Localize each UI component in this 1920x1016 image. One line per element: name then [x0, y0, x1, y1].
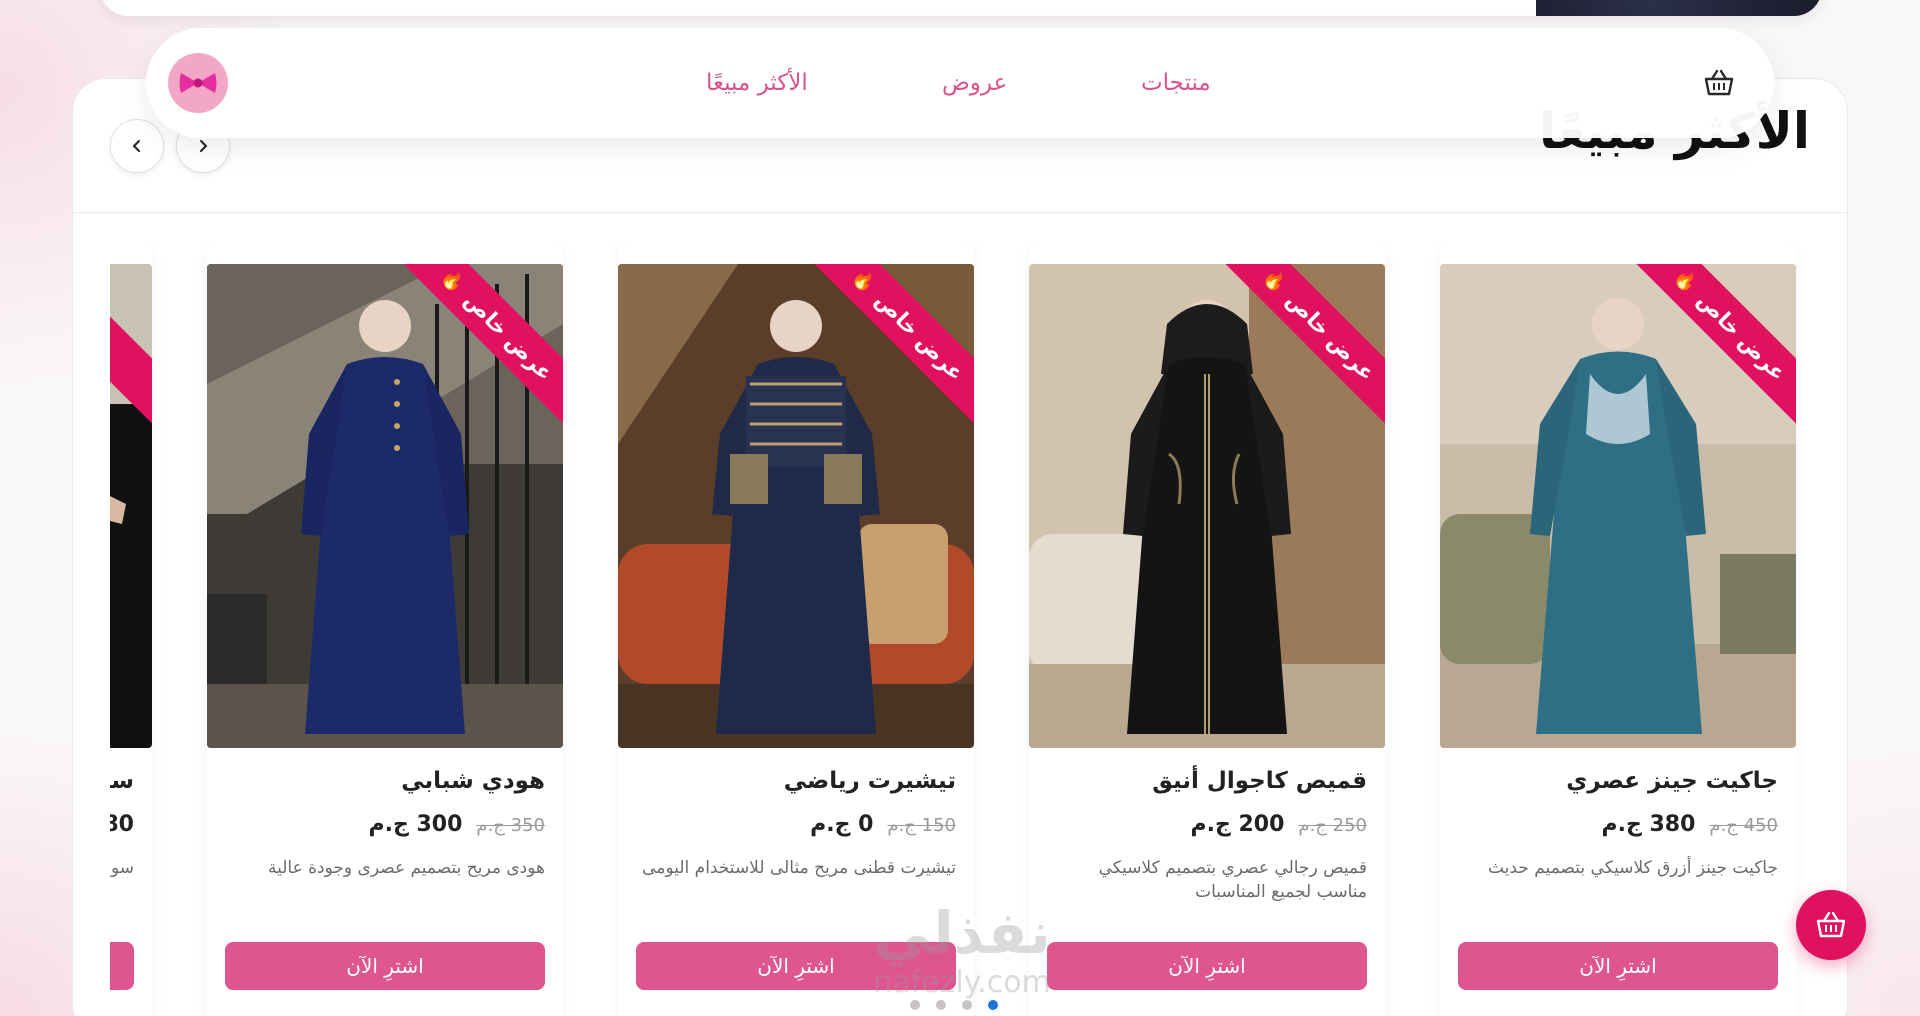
- main-navbar: الأكثر مبيعًا عروض منتجات: [146, 28, 1774, 138]
- nav-link-bestsellers[interactable]: الأكثر مبيعًا: [706, 70, 808, 96]
- fire-icon: 🔥: [1670, 265, 1702, 297]
- product-old-price: 350 ج.م: [476, 815, 545, 836]
- hero-banner-edge: [100, 0, 1822, 16]
- basket-icon: [1704, 69, 1734, 96]
- product-description: قميص رجالي عصري بتصميم كلاسيكي مناسب لجم…: [1098, 858, 1367, 902]
- hero-image: [1536, 0, 1822, 16]
- carousel-dots: [910, 1000, 998, 1010]
- product-image[interactable]: عرض خاص 🔥: [1440, 264, 1796, 748]
- chevron-left-icon: [132, 140, 140, 152]
- product-price: 300 ج.م: [368, 812, 463, 837]
- product-description: سو: [110, 858, 134, 878]
- product-image[interactable]: عرض خاص 🔥: [207, 264, 563, 748]
- carousel-dot-active[interactable]: [988, 1000, 998, 1010]
- product-old-price: 150 ج.م: [887, 815, 956, 836]
- product-name: قميص كاجوال أنيق: [1152, 768, 1367, 794]
- site-logo[interactable]: [168, 53, 228, 113]
- product-card: عرض خاص 🔥 هودي شبابي 300 ج.م 350 ج.م هود…: [207, 240, 563, 1016]
- product-image[interactable]: عرض خاص 🔥: [1029, 264, 1385, 748]
- product-description: جاكيت جينز أزرق كلاسيكي بتصميم حديث: [1487, 858, 1778, 878]
- product-image[interactable]: 🔥: [110, 264, 152, 748]
- product-price: 200 ج.م: [1190, 812, 1285, 837]
- product-name: جاكيت جينز عصري: [1566, 768, 1778, 794]
- buy-now-button[interactable]: [110, 942, 134, 990]
- carousel-prev-button[interactable]: [110, 119, 164, 173]
- buy-now-button[interactable]: اشترِ الآن: [1458, 942, 1778, 990]
- basket-icon: [1816, 911, 1846, 938]
- carousel-dot[interactable]: [962, 1000, 972, 1010]
- product-card: عرض خاص 🔥 جاكيت جينز عصري 380 ج.م 450 ج.…: [1440, 240, 1796, 1016]
- nav-link-offers[interactable]: عروض: [942, 70, 1007, 96]
- product-name: سـ: [110, 768, 134, 794]
- nav-cart-button[interactable]: [1702, 66, 1736, 100]
- floating-cart-button[interactable]: [1796, 890, 1866, 960]
- bow-icon: [179, 73, 217, 93]
- fire-icon: 🔥: [437, 265, 469, 297]
- nav-link-products[interactable]: منتجات: [1141, 70, 1211, 96]
- product-card: عرض خاص 🔥 قميص كاجوال أنيق 200 ج.م 250 ج…: [1029, 240, 1385, 1016]
- price-row: 300 ج.م 350 ج.م: [368, 812, 545, 837]
- watermark: نفذلي nafezly.com: [852, 900, 1072, 1010]
- price-row: 80: [110, 812, 134, 837]
- buy-now-button[interactable]: اشترِ الآن: [1047, 942, 1367, 990]
- watermark-sub: nafezly.com: [873, 965, 1051, 1000]
- buy-now-button[interactable]: اشترِ الآن: [225, 942, 545, 990]
- product-price: 80: [110, 812, 134, 837]
- price-row: 0 ج.م 150 ج.م: [810, 812, 956, 837]
- product-description: تيشيرت قطنى مريح مثالى للاستخدام اليومى: [642, 858, 956, 878]
- product-old-price: 450 ج.م: [1709, 815, 1778, 836]
- fire-icon: 🔥: [848, 265, 880, 297]
- product-price: 0 ج.م: [810, 812, 874, 837]
- fire-icon: 🔥: [1259, 265, 1291, 297]
- carousel-dot[interactable]: [936, 1000, 946, 1010]
- product-name: تيشيرت رياضي: [783, 768, 956, 794]
- price-row: 380 ج.م 450 ج.م: [1601, 812, 1778, 837]
- product-image[interactable]: عرض خاص 🔥: [618, 264, 974, 748]
- product-old-price: 250 ج.م: [1298, 815, 1367, 836]
- watermark-main: نفذلي: [873, 899, 1051, 967]
- product-name: هودي شبابي: [401, 768, 545, 794]
- product-card: 🔥 سـ 80 سو: [110, 240, 152, 1016]
- panel-divider: [72, 212, 1848, 213]
- product-description: هودى مريح بتصميم عصرى وجودة عالية: [267, 858, 545, 878]
- carousel-dot[interactable]: [910, 1000, 920, 1010]
- chevron-right-icon: [200, 140, 208, 152]
- price-row: 200 ج.م 250 ج.م: [1190, 812, 1367, 837]
- product-price: 380 ج.م: [1601, 812, 1696, 837]
